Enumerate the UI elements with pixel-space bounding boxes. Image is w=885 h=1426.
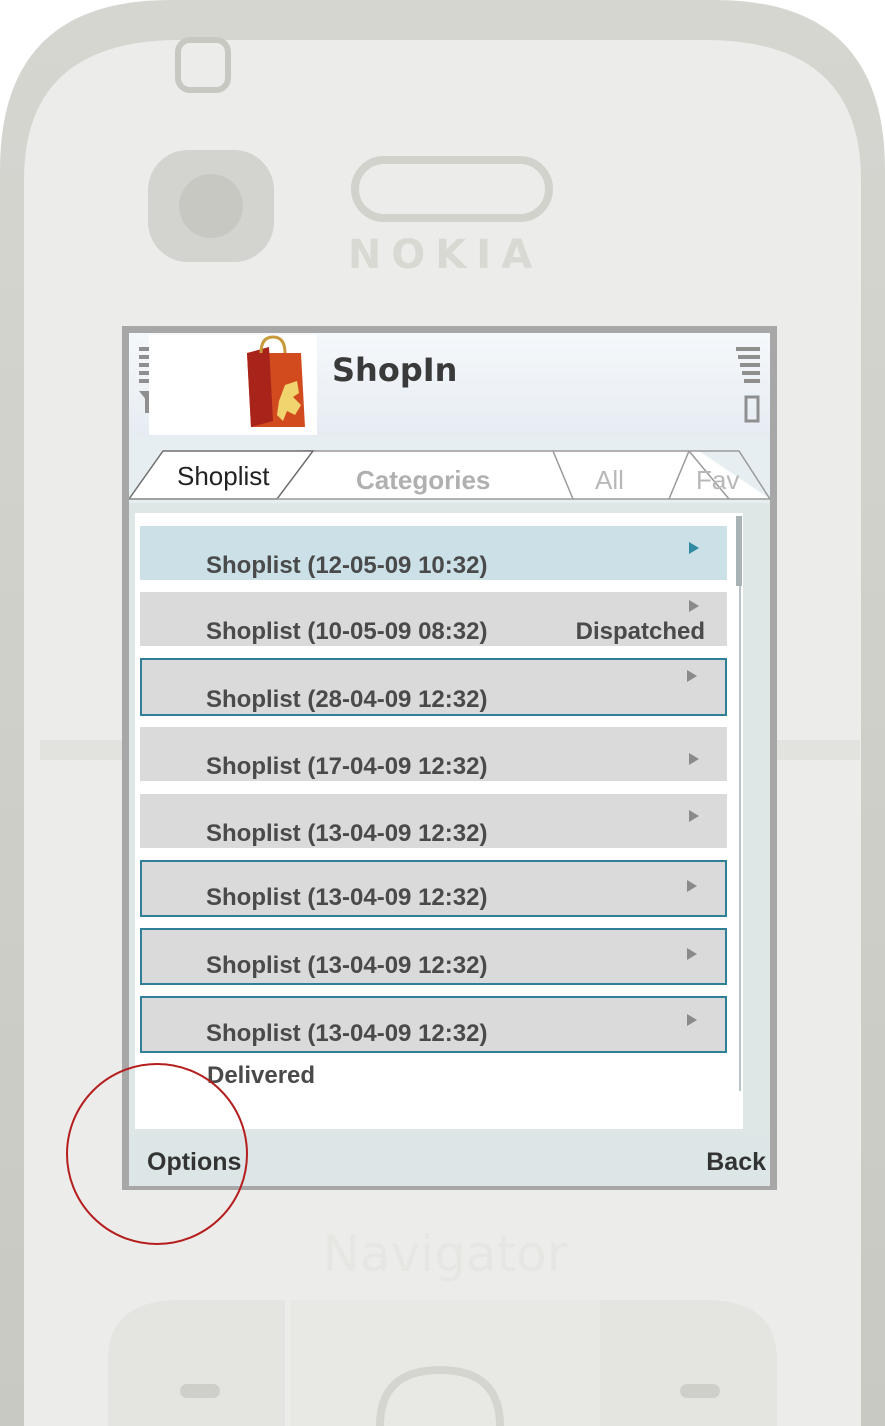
list-item[interactable]: Shoplist (12-05-09 10:32) — [140, 526, 727, 580]
app-logo — [149, 335, 317, 435]
annotation-circle — [66, 1063, 248, 1245]
delivered-label: Delivered — [207, 1062, 316, 1089]
chevron-right-icon — [689, 542, 699, 554]
list-item-label: Shoplist (10-05-09 08:32) — [206, 618, 488, 645]
tab-all[interactable]: All — [595, 465, 624, 496]
list-item-label: Shoplist (13-04-09 12:32) — [206, 820, 488, 847]
chevron-right-icon — [689, 600, 699, 612]
list-item[interactable]: Shoplist (28-04-09 12:32) — [140, 658, 727, 716]
brand-logo: NOKIA — [347, 232, 543, 278]
list-item[interactable]: Shoplist (13-04-09 12:32) — [140, 996, 727, 1053]
list-item[interactable]: Shoplist (13-04-09 12:32) — [140, 794, 727, 848]
chevron-right-icon — [687, 948, 697, 960]
list-item[interactable]: Shoplist (10-05-09 08:32) Dispatched — [140, 592, 727, 646]
list-item-label: Shoplist (13-04-09 12:32) — [206, 952, 488, 979]
list-item[interactable]: Shoplist (13-04-09 12:32) — [140, 860, 727, 917]
chevron-right-icon — [687, 670, 697, 682]
status-badge: Dispatched — [575, 618, 705, 645]
tab-bar: Shoplist Categories All Fav — [129, 437, 770, 503]
list-item-label: Shoplist (13-04-09 12:32) — [206, 1020, 488, 1047]
list-item-label: Shoplist (28-04-09 12:32) — [206, 686, 488, 713]
chevron-right-icon — [689, 753, 699, 765]
back-softkey[interactable]: Back — [706, 1148, 766, 1177]
list-item-label: Shoplist (13-04-09 12:32) — [206, 884, 488, 911]
shopping-bag-icon — [247, 335, 305, 427]
scrollbar[interactable] — [733, 516, 743, 1091]
app-title: ShopIn — [332, 351, 458, 389]
chevron-right-icon — [689, 810, 699, 822]
battery-level-icon — [736, 347, 760, 423]
chevron-right-icon — [687, 880, 697, 892]
tab-shoplist[interactable]: Shoplist — [177, 461, 270, 492]
list-item[interactable]: Shoplist (13-04-09 12:32) — [140, 928, 727, 985]
list-item-label: Shoplist (17-04-09 12:32) — [206, 753, 488, 780]
tab-fav[interactable]: Fav — [696, 465, 739, 496]
tab-categories[interactable]: Categories — [356, 465, 490, 496]
navigator-label: Navigator — [322, 1225, 568, 1283]
list-item-label: Shoplist (12-05-09 10:32) — [206, 552, 488, 579]
list-item[interactable]: Shoplist (17-04-09 12:32) — [140, 727, 727, 781]
chevron-right-icon — [687, 1014, 697, 1026]
